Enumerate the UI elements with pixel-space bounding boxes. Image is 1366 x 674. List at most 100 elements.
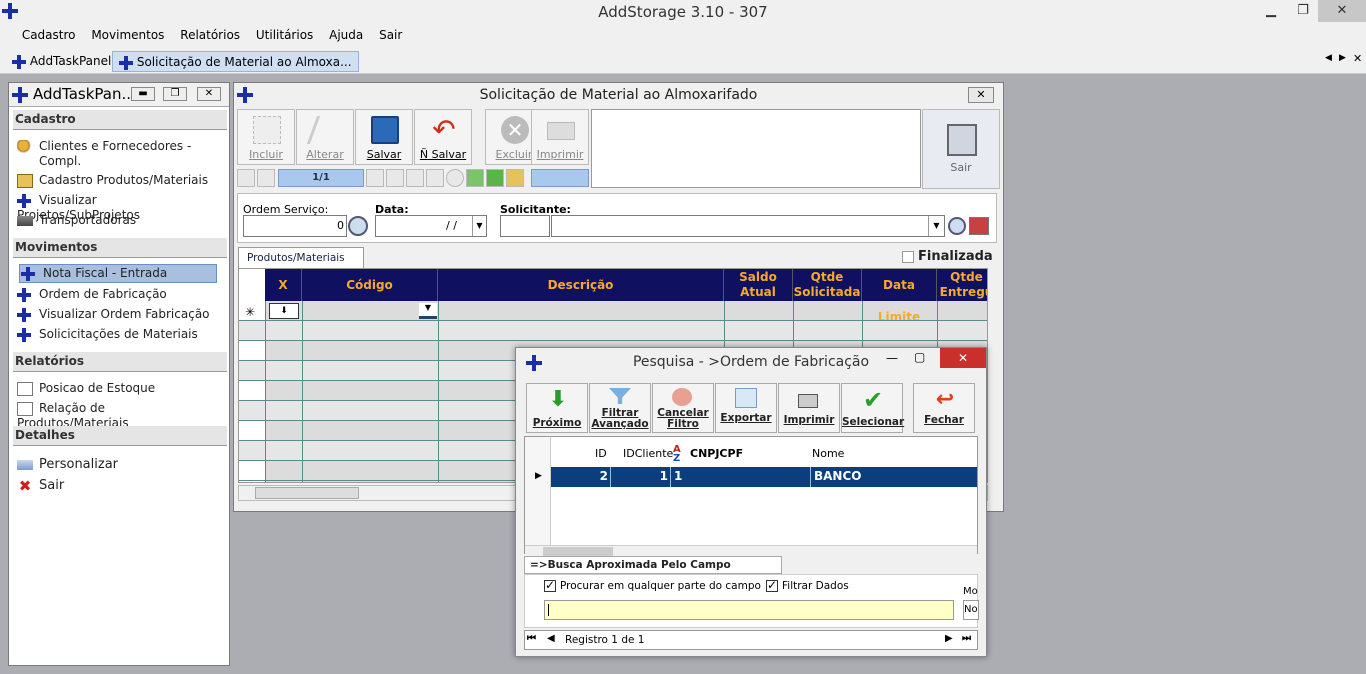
col-id[interactable]: ID [595, 447, 607, 460]
col-descricao[interactable]: Descrição [438, 269, 724, 301]
tab-addtaskpanel[interactable]: AddTaskPanel [6, 51, 117, 72]
eraser-icon[interactable] [969, 217, 989, 235]
menu-movimentos[interactable]: Movimentos [85, 24, 170, 46]
window-close-button[interactable]: ✕ [968, 87, 994, 103]
tab-close-icon[interactable]: ✕ [1353, 52, 1362, 65]
col-cnpjcpf[interactable]: CNPJCPF [690, 447, 743, 460]
col-saldo-atual[interactable]: Saldo Atual [724, 269, 793, 301]
last-record-button[interactable] [386, 169, 404, 187]
menu-relatorios[interactable]: Relatórios [174, 24, 246, 46]
prev-record-button[interactable] [257, 169, 275, 187]
ordem-servico-input[interactable]: 0 [243, 215, 347, 237]
sidebar-item-clientes[interactable]: Clientes e Fornecedores - Compl. [17, 139, 217, 169]
dialog-maximize-button[interactable]: ▢ [914, 350, 925, 364]
task-panel-header: AddTaskPan... ▬ ❐ ✕ [9, 83, 229, 107]
confirm-icon[interactable] [466, 169, 484, 187]
prev-page-icon[interactable]: ◀ [547, 633, 555, 644]
solicitante-id-input[interactable] [500, 215, 550, 237]
refresh-icon[interactable] [446, 169, 464, 187]
col-codigo[interactable]: Código [302, 269, 438, 301]
close-button[interactable]: ✕ [1318, 0, 1366, 22]
fechar-button[interactable]: ↩ Fechar [913, 383, 975, 433]
imprimir-dialog-button[interactable]: Imprimir [778, 383, 840, 433]
col-x[interactable]: X [265, 269, 302, 301]
panel-minimize-button[interactable]: ▬ [131, 87, 155, 101]
insert-record-button[interactable] [406, 169, 424, 187]
table-row-selected[interactable]: 2 1 1 BANCO [551, 467, 977, 487]
selecionar-button[interactable]: ✔ Selecionar [841, 383, 904, 433]
key-icon[interactable] [506, 169, 524, 187]
sidebar-item-nota-fiscal[interactable]: Nota Fiscal - Entrada [19, 264, 217, 283]
scrollbar-thumb[interactable] [255, 487, 359, 499]
filtrar-dados-checkbox[interactable]: Filtrar Dados [766, 578, 849, 592]
search-icon[interactable] [348, 216, 368, 236]
section-cadastro: Cadastro [13, 110, 227, 130]
panel-close-button[interactable]: ✕ [197, 87, 221, 101]
busca-aproximada-tab[interactable]: =>Busca Aproximada Pelo Campo [CNPJCPF] [524, 556, 782, 587]
dialog-minimize-button[interactable]: — [886, 351, 898, 365]
salvar-button[interactable]: Salvar [355, 109, 413, 165]
table-row[interactable] [239, 301, 987, 321]
sidebar-item-sair[interactable]: ✖ Sair [17, 478, 217, 493]
search-record-button[interactable] [426, 169, 444, 187]
sidebar-item-produtos[interactable]: Cadastro Produtos/Materiais [17, 173, 217, 188]
panel-title: AddTaskPan... [33, 85, 136, 103]
filtrar-avancado-button[interactable]: Filtrar Avançado [589, 383, 651, 433]
search-icon[interactable] [948, 217, 966, 235]
procurar-checkbox[interactable]: Procurar em qualquer parte do campo [544, 578, 761, 592]
col-data-limite[interactable]: Data Limite [862, 269, 937, 324]
checkbox-icon[interactable] [902, 250, 914, 263]
col-qtde-entregue[interactable]: Qtde Entregu [937, 269, 987, 301]
sidebar-item-ordem-fabricacao[interactable]: Ordem de Fabricação [17, 287, 217, 302]
tab-next-icon[interactable]: ▶ [1339, 53, 1346, 63]
nao-salvar-button[interactable]: ↶ Ñ Salvar [414, 109, 472, 165]
add-icon [253, 116, 281, 144]
solicitante-name-input[interactable]: ▼ [551, 215, 945, 237]
sidebar-item-solicitacoes[interactable]: Solicicitações de Materiais [17, 327, 217, 342]
cancelar-filtro-button[interactable]: Cancelar Filtro [652, 383, 714, 433]
incluir-button[interactable]: Incluir [237, 109, 295, 165]
menu-utilitarios[interactable]: Utilitários [250, 24, 319, 46]
chevron-down-icon[interactable]: ▼ [472, 216, 486, 236]
sidebar-item-personalizar[interactable]: Personalizar [17, 457, 217, 472]
tab-solicitacao[interactable]: Solicitação de Material ao Almoxa... [112, 51, 359, 72]
menu-ajuda[interactable]: Ajuda [323, 24, 369, 46]
exportar-button[interactable]: Exportar [715, 383, 777, 433]
finalizada-checkbox[interactable]: Finalizada [902, 249, 993, 264]
minimize-button[interactable]: ▁ [1256, 0, 1286, 22]
last-page-icon[interactable]: ⏭ [962, 633, 971, 644]
sidebar-item-posicao-estoque[interactable]: Posicao de Estoque [17, 381, 217, 396]
sidebar-item-visualizar-ordem[interactable]: Visualizar Ordem Fabricação [17, 307, 217, 322]
data-input[interactable]: / / ▼ [375, 215, 487, 237]
ordem-results-grid: ID IDCliente AZ CNPJCPF Nome ▶ 2 1 1 BAN… [524, 436, 978, 559]
restore-button[interactable]: ❐ [1288, 0, 1318, 22]
next-page-icon[interactable]: ▶ [945, 633, 953, 644]
col-idcliente[interactable]: IDCliente [623, 447, 673, 460]
tab-prev-icon[interactable]: ◀ [1325, 53, 1332, 63]
next-record-button[interactable] [366, 169, 384, 187]
current-row-indicator-icon: ▶ [535, 471, 542, 481]
cancel-x-icon[interactable] [486, 169, 504, 187]
menu-sair[interactable]: Sair [373, 24, 408, 46]
checkbox-icon[interactable] [544, 578, 556, 592]
mo-select[interactable]: No [963, 600, 979, 620]
first-page-icon[interactable]: ⏮ [527, 633, 536, 644]
alterar-button[interactable]: Alterar [296, 109, 354, 165]
imprimir-button[interactable]: Imprimir [531, 109, 589, 165]
sidebar-item-transportadoras[interactable]: Transportadoras [17, 213, 217, 228]
table-row[interactable] [239, 321, 987, 341]
panel-restore-button[interactable]: ❐ [163, 87, 187, 101]
menu-cadastro[interactable]: Cadastro [16, 24, 82, 46]
chevron-down-icon[interactable]: ▼ [928, 216, 944, 236]
tab-produtos-materiais[interactable]: Produtos/Materiais [238, 247, 364, 268]
proximo-button[interactable]: ⬇ Próximo [526, 383, 588, 433]
dialog-close-button[interactable]: ✕ [940, 348, 986, 368]
col-nome[interactable]: Nome [812, 447, 844, 460]
sair-button[interactable]: Sair [922, 109, 1000, 189]
checkbox-icon[interactable] [766, 578, 778, 592]
first-record-button[interactable] [237, 169, 255, 187]
col-qtde-solicitada[interactable]: Qtde Solicitada [793, 269, 862, 301]
checkmark-icon: ✔ [862, 386, 884, 414]
search-input[interactable] [544, 600, 954, 620]
sort-az-icon[interactable]: AZ [673, 445, 681, 464]
